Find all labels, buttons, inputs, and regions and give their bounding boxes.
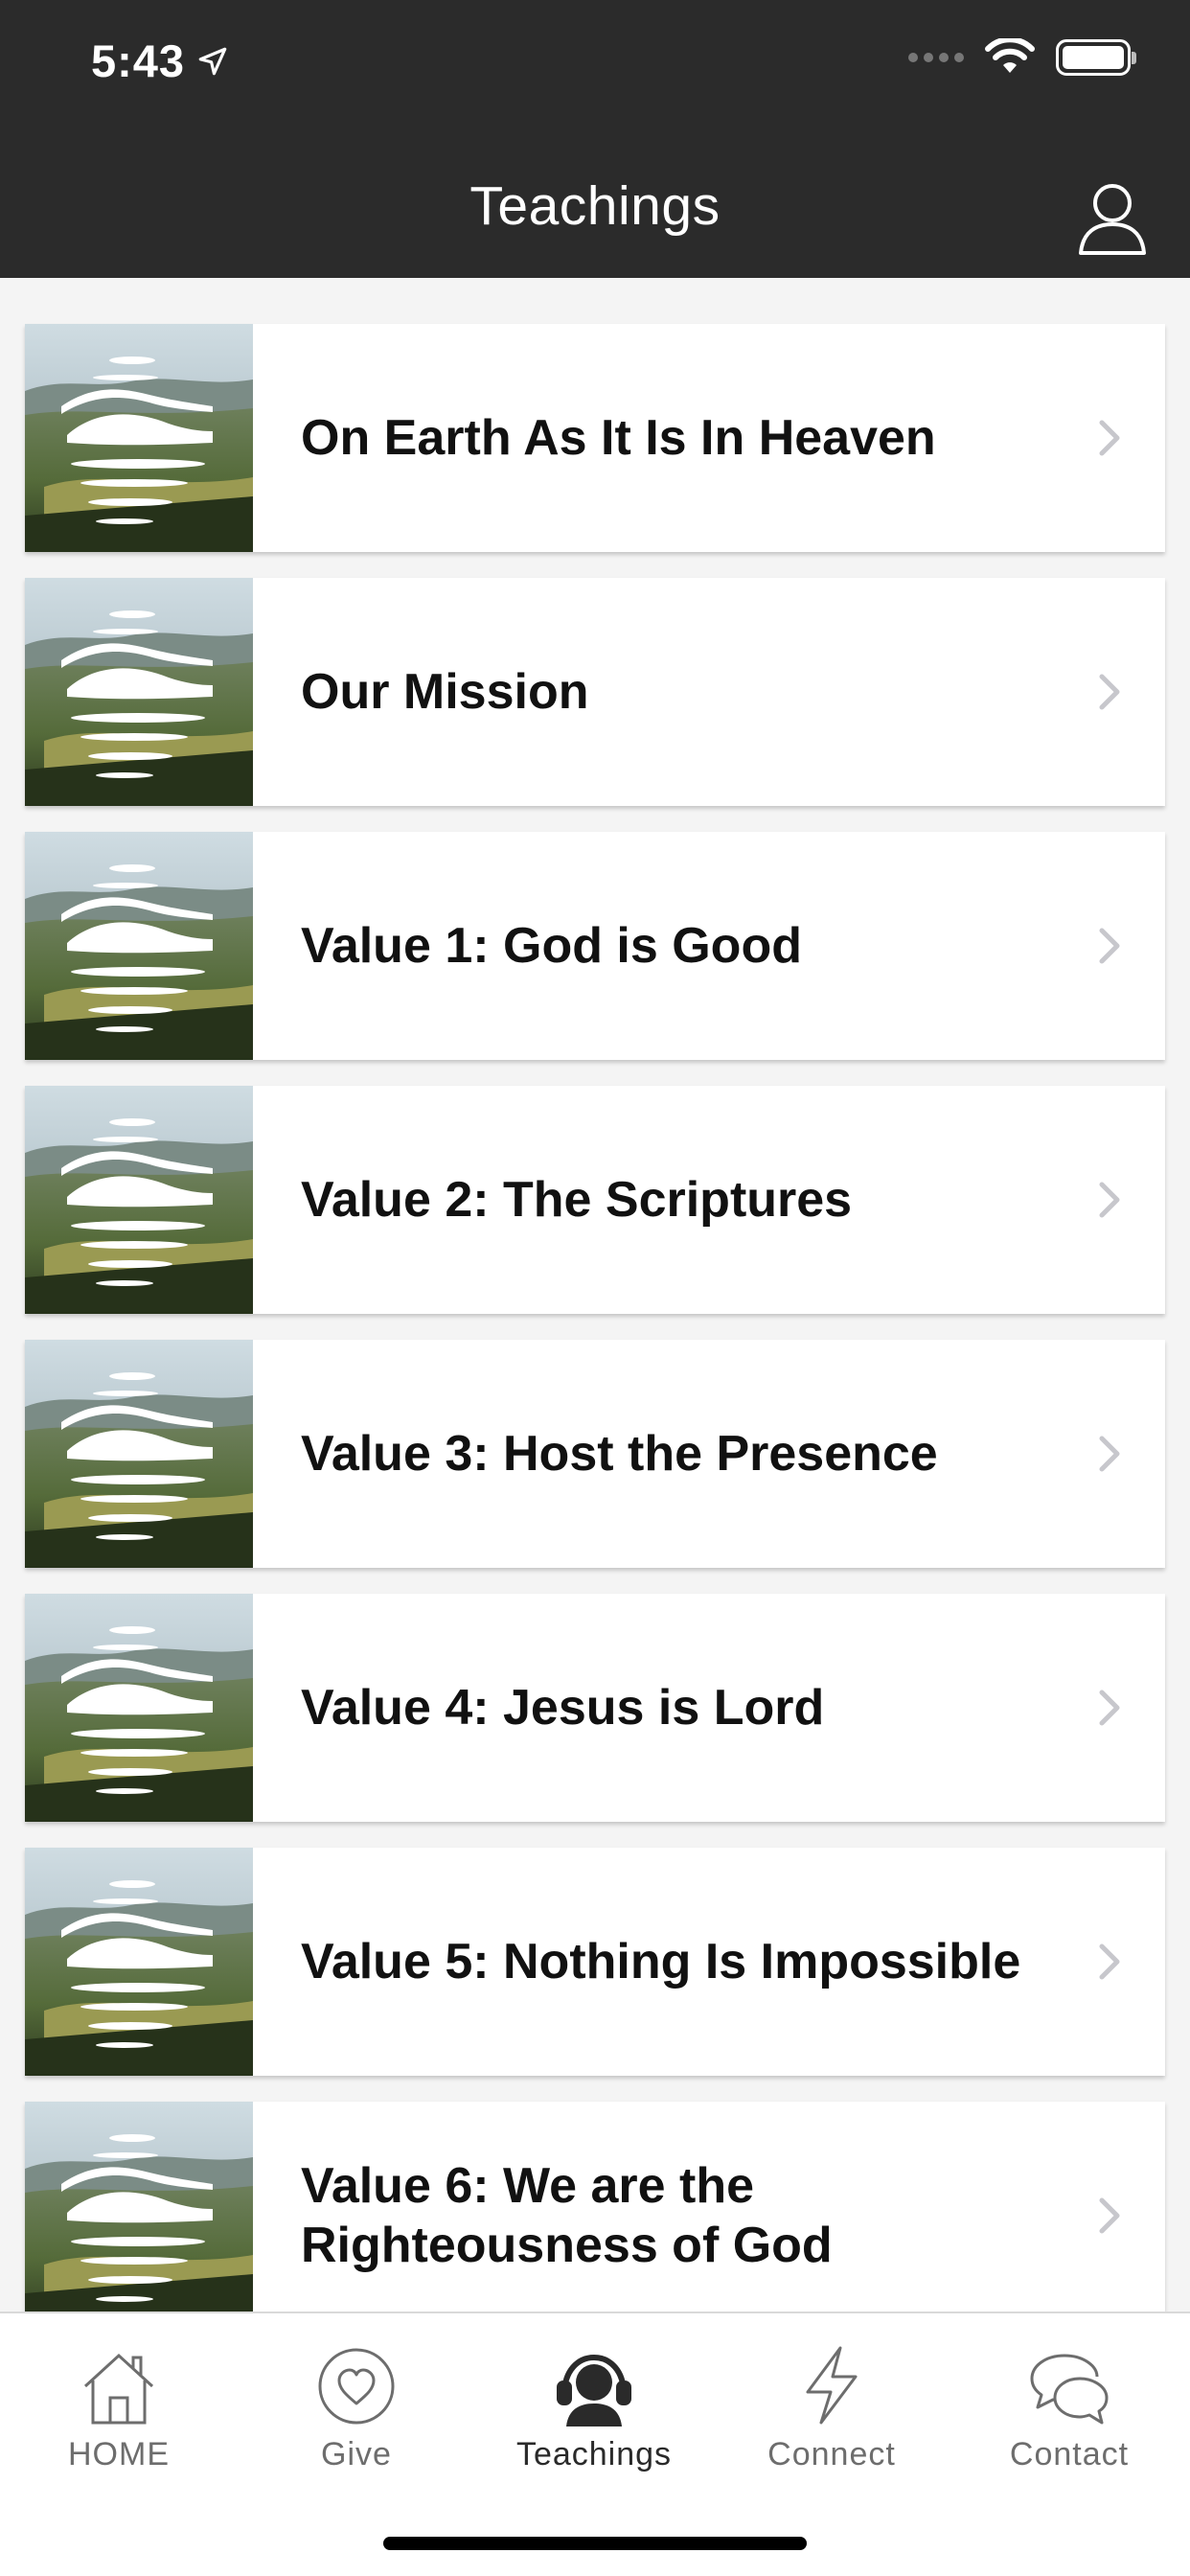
chevron-right-icon xyxy=(1096,417,1123,459)
chevron-right-icon xyxy=(1096,1941,1123,1983)
tab-connect[interactable]: Connect xyxy=(713,2334,950,2473)
tab-contact-label: Contact xyxy=(1009,2436,1130,2472)
teachings-list[interactable]: On Earth As It Is In Heaven Our Mission Va… xyxy=(0,278,1190,2312)
tab-give[interactable]: Give xyxy=(238,2334,475,2473)
teaching-title: Value 5: Nothing Is Impossible xyxy=(301,1934,1021,1990)
teaching-row[interactable]: Value 4: Jesus is Lord xyxy=(25,1594,1165,1822)
teaching-title: Value 3: Host the Presence xyxy=(301,1426,938,1482)
tab-give-label: Give xyxy=(321,2436,392,2472)
page-title: Teachings xyxy=(469,175,721,237)
teachings-screen: 5:43 Teachings On Earth As It Is In Heav… xyxy=(0,0,1190,2576)
headphones-person-icon xyxy=(557,2354,631,2426)
teaching-row[interactable]: Our Mission xyxy=(25,578,1165,806)
house-icon xyxy=(83,2353,154,2425)
chat-bubbles-icon xyxy=(1030,2354,1109,2425)
teaching-thumbnail xyxy=(25,578,253,806)
teaching-title: Value 1: God is Good xyxy=(301,918,802,974)
teaching-thumbnail xyxy=(25,324,253,552)
teaching-title: On Earth As It Is In Heaven xyxy=(301,410,936,466)
tab-home-label: HOME xyxy=(68,2436,170,2472)
teaching-thumbnail xyxy=(25,2102,253,2312)
teaching-title: Value 6: We are the Righteousness of God xyxy=(301,2158,833,2273)
chevron-right-icon xyxy=(1096,1433,1123,1475)
chevron-right-icon xyxy=(1096,671,1123,713)
teaching-row[interactable]: Value 2: The Scriptures xyxy=(25,1086,1165,1314)
tab-teachings[interactable]: Teachings xyxy=(475,2334,713,2473)
chevron-right-icon xyxy=(1096,1687,1123,1729)
teaching-row[interactable]: Value 5: Nothing Is Impossible xyxy=(25,1848,1165,2076)
teaching-row[interactable]: On Earth As It Is In Heaven xyxy=(25,324,1165,552)
person-icon xyxy=(1079,184,1146,255)
status-indicators xyxy=(908,38,1136,77)
teaching-thumbnail xyxy=(25,1848,253,2076)
lightning-icon xyxy=(806,2346,858,2425)
tab-home[interactable]: HOME xyxy=(0,2334,238,2473)
status-time-text: 5:43 xyxy=(91,35,186,86)
tab-contact[interactable]: Contact xyxy=(950,2334,1188,2473)
signal-icon xyxy=(908,53,964,62)
chevron-right-icon xyxy=(1096,1179,1123,1221)
teaching-title: Value 4: Jesus is Lord xyxy=(301,1680,825,1736)
tab-teachings-label: Teachings xyxy=(515,2436,673,2472)
battery-icon xyxy=(1056,39,1136,76)
home-indicator xyxy=(383,2537,807,2550)
teaching-row[interactable]: Value 1: God is Good xyxy=(25,832,1165,1060)
location-arrow-icon xyxy=(198,47,227,75)
teaching-title: Our Mission xyxy=(301,664,589,720)
teaching-row[interactable]: Value 3: Host the Presence xyxy=(25,1340,1165,1568)
teaching-row[interactable]: Value 6: We are the Righteousness of God xyxy=(25,2102,1165,2312)
status-bar-time: 5:43 xyxy=(91,34,229,87)
tab-connect-label: Connect xyxy=(767,2436,896,2472)
teaching-thumbnail xyxy=(25,1594,253,1822)
teaching-thumbnail xyxy=(25,1340,253,1568)
profile-button[interactable] xyxy=(1069,174,1156,261)
teaching-thumbnail xyxy=(25,1086,253,1314)
teaching-title: Value 2: The Scriptures xyxy=(301,1172,853,1228)
chevron-right-icon xyxy=(1096,925,1123,967)
header: 5:43 Teachings xyxy=(0,0,1190,278)
teaching-thumbnail xyxy=(25,832,253,1060)
wifi-icon xyxy=(985,38,1035,73)
heart-circle-icon xyxy=(318,2348,395,2425)
chevron-right-icon xyxy=(1096,2195,1123,2237)
